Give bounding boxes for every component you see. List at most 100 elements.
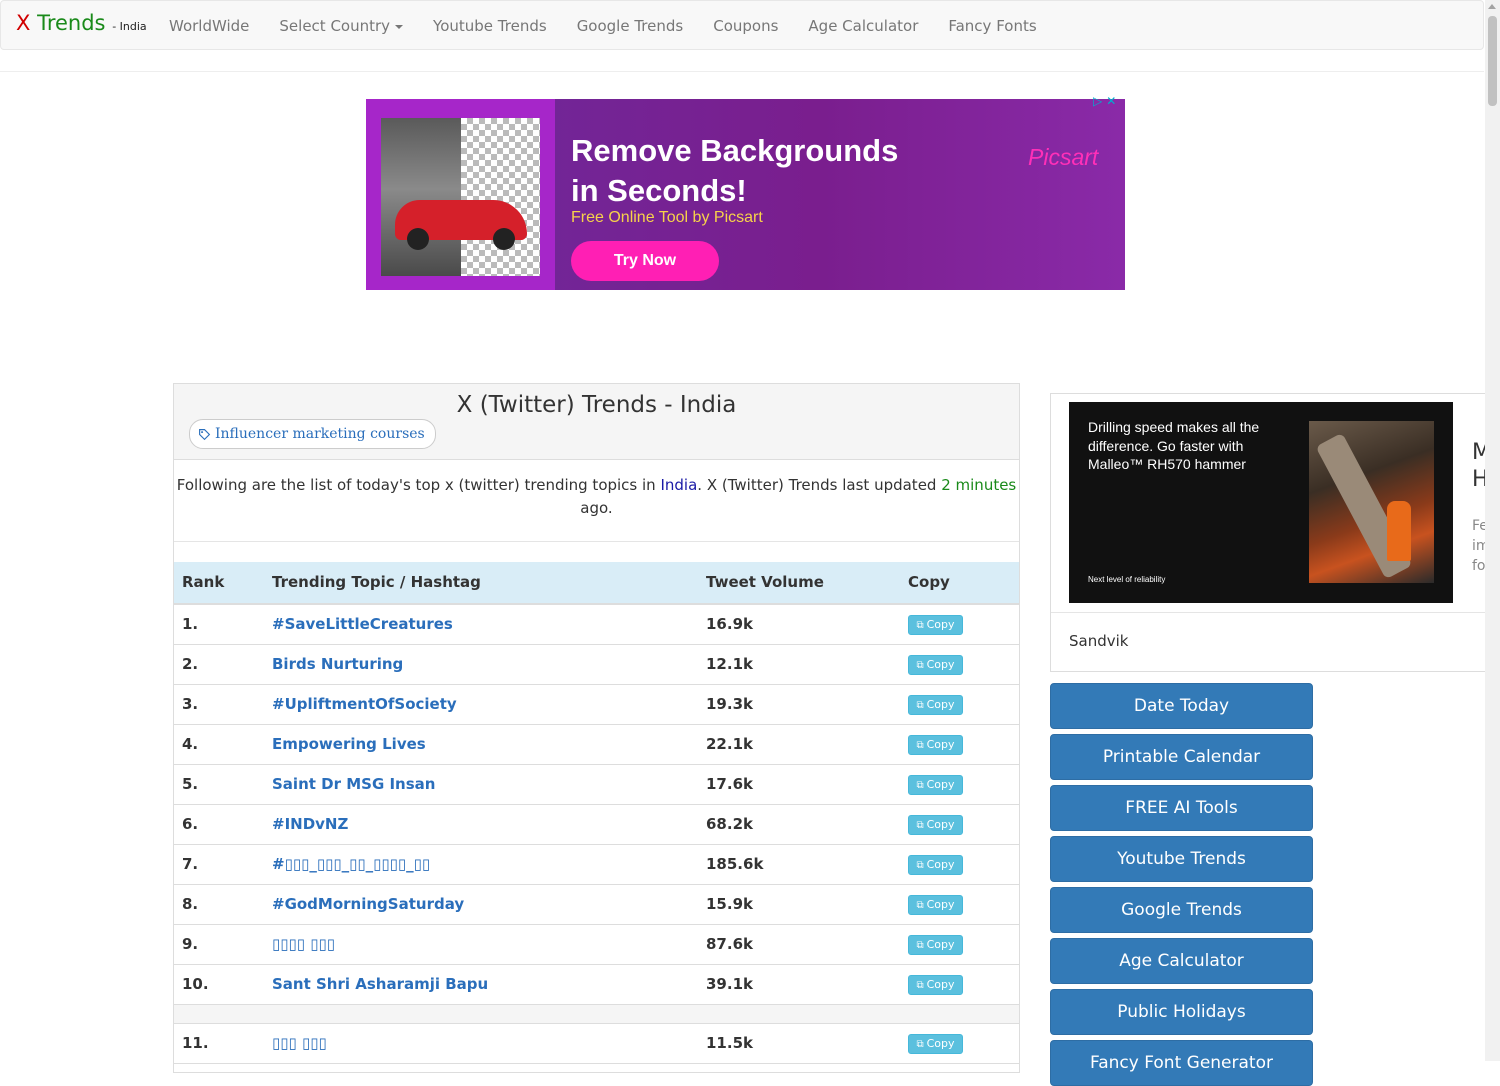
brand-trends: Trends: [37, 11, 106, 35]
row-volume: 17.6k: [706, 775, 753, 793]
row-rank: 7.: [182, 855, 199, 873]
sidebar-button-age-calculator[interactable]: Age Calculator: [1050, 938, 1313, 984]
row-volume: 12.1k: [706, 655, 753, 673]
intro-text: Following are the list of today's top x …: [174, 474, 1019, 520]
row-volume: 16.9k: [706, 615, 753, 633]
row-topic-link[interactable]: Sant Shri Asharamji Bapu: [272, 965, 488, 1004]
copy-button[interactable]: ⧉ Copy: [908, 655, 963, 675]
row-topic-link[interactable]: Empowering Lives: [272, 725, 426, 764]
table-row: 5. Saint Dr MSG Insan 17.6k ⧉ Copy: [174, 765, 1019, 805]
worker-shape: [1387, 501, 1411, 561]
row-topic-link[interactable]: #▯▯▯_▯▯▯_▯▯_▯▯▯▯_▯▯: [272, 845, 430, 884]
sidebar-button-free-ai-tools[interactable]: FREE AI Tools: [1050, 785, 1313, 831]
copy-icon: ⧉: [916, 980, 924, 991]
row-topic-link[interactable]: Saint Dr MSG Insan: [272, 765, 435, 804]
trends-table: Rank Trending Topic / Hashtag Tweet Volu…: [174, 562, 1019, 1064]
header-volume: Tweet Volume: [706, 573, 824, 591]
nav-fancy-fonts[interactable]: Fancy Fonts: [933, 1, 1051, 51]
ad-subtitle: Free Online Tool by Picsart: [571, 209, 763, 226]
table-row: 4. Empowering Lives 22.1k ⧉ Copy: [174, 725, 1019, 765]
table-header: Rank Trending Topic / Hashtag Tweet Volu…: [174, 562, 1019, 605]
copy-icon: ⧉: [916, 700, 924, 711]
ad-choices[interactable]: ▷ ✕: [1093, 95, 1116, 107]
row-topic-link[interactable]: #GodMorningSaturday: [272, 885, 464, 924]
table-body: 1. #SaveLittleCreatures 16.9k ⧉ Copy 2. Birds …: [174, 605, 1019, 1064]
sidebar-button-google-trends[interactable]: Google Trends: [1050, 887, 1313, 933]
header-divider: [0, 71, 1484, 72]
nav-age-calculator[interactable]: Age Calculator: [793, 1, 933, 51]
table-row: 11. ▯▯▯ ▯▯▯ 11.5k ⧉ Copy: [174, 1024, 1019, 1064]
tag-icon: [199, 428, 211, 440]
copy-button-label: Copy: [926, 898, 955, 911]
nav-coupons[interactable]: Coupons: [698, 1, 793, 51]
ad-banner[interactable]: Remove Backgrounds in Seconds! Free Onli…: [366, 99, 1125, 290]
table-row: 3. #UpliftmentOfSociety 19.3k ⧉ Copy: [174, 685, 1019, 725]
copy-button[interactable]: ⧉ Copy: [908, 735, 963, 755]
copy-icon: ⧉: [916, 660, 924, 671]
sidebar-button-date-today[interactable]: Date Today: [1050, 683, 1313, 729]
intro-suffix: ago.: [580, 499, 613, 517]
sidebar-button-fancy-font-generator[interactable]: Fancy Font Generator: [1050, 1040, 1313, 1086]
sidebar-button-public-holidays[interactable]: Public Holidays: [1050, 989, 1313, 1035]
copy-button[interactable]: ⧉ Copy: [908, 895, 963, 915]
copy-button[interactable]: ⧉ Copy: [908, 615, 963, 635]
row-rank: 8.: [182, 895, 199, 913]
panel-heading: X (Twitter) Trends - India Influencer ma…: [174, 384, 1019, 460]
copy-button[interactable]: ⧉ Copy: [908, 775, 963, 795]
adchoices-icon[interactable]: ▷: [1093, 95, 1102, 107]
copy-button[interactable]: ⧉ Copy: [908, 695, 963, 715]
copy-icon: ⧉: [916, 620, 924, 631]
row-rank: 3.: [182, 695, 199, 713]
scroll-up-icon[interactable]: [1488, 4, 1496, 9]
copy-button[interactable]: ⧉ Copy: [908, 1034, 963, 1054]
table-row: 1. #SaveLittleCreatures 16.9k ⧉ Copy: [174, 605, 1019, 645]
copy-button[interactable]: ⧉ Copy: [908, 855, 963, 875]
row-volume: 19.3k: [706, 695, 753, 713]
page-scrollbar[interactable]: [1485, 0, 1500, 1061]
table-row: 6. #INDvNZ 68.2k ⧉ Copy: [174, 805, 1019, 845]
table-row: 7. #▯▯▯_▯▯▯_▯▯_▯▯▯▯_▯▯ 185.6k ⧉ Copy: [174, 845, 1019, 885]
copy-icon: ⧉: [916, 820, 924, 831]
trends-panel: X (Twitter) Trends - India Influencer ma…: [173, 383, 1020, 1073]
tag-chip[interactable]: Influencer marketing courses: [189, 419, 436, 449]
sidebar-ad-image: Drilling speed makes all the difference.…: [1069, 402, 1453, 603]
ad-logo: Picsart: [1028, 144, 1099, 170]
nav-links: WorldWide Select Country Youtube Trends …: [154, 1, 1052, 51]
nav-select-country[interactable]: Select Country: [264, 1, 418, 51]
copy-button-label: Copy: [926, 818, 955, 831]
row-volume: 185.6k: [706, 855, 764, 873]
sidebar-ad-brand: Sandvik: [1069, 632, 1129, 650]
intro-minutes: 2 minutes: [941, 476, 1017, 494]
nav-google-trends[interactable]: Google Trends: [562, 1, 699, 51]
table-row: 9. ▯▯▯▯ ▯▯▯ 87.6k ⧉ Copy: [174, 925, 1019, 965]
nav-youtube-trends[interactable]: Youtube Trends: [418, 1, 562, 51]
car-wheel: [407, 228, 429, 250]
close-icon[interactable]: ✕: [1106, 95, 1116, 107]
copy-button[interactable]: ⧉ Copy: [908, 815, 963, 835]
row-rank: 2.: [182, 655, 199, 673]
sidebar-button-youtube-trends[interactable]: Youtube Trends: [1050, 836, 1313, 882]
sidebar-button-printable-calendar[interactable]: Printable Calendar: [1050, 734, 1313, 780]
row-topic-link[interactable]: #INDvNZ: [272, 805, 348, 844]
copy-button-label: Copy: [926, 618, 955, 631]
row-topic-link[interactable]: #SaveLittleCreatures: [272, 605, 453, 644]
row-topic-link[interactable]: ▯▯▯▯ ▯▯▯: [272, 925, 335, 964]
page-title: X (Twitter) Trends - India: [456, 392, 737, 418]
sidebar-ad-text: Drilling speed makes all the difference.…: [1088, 419, 1260, 472]
scrollbar-thumb[interactable]: [1488, 16, 1497, 106]
car-wheel: [493, 228, 515, 250]
copy-button[interactable]: ⧉ Copy: [908, 935, 963, 955]
nav-worldwide[interactable]: WorldWide: [154, 1, 264, 51]
row-rank: 1.: [182, 615, 199, 633]
row-topic-link[interactable]: #UpliftmentOfSociety: [272, 685, 457, 724]
ad-left-panel: [366, 99, 555, 290]
copy-button-label: Copy: [926, 778, 955, 791]
row-topic-link[interactable]: ▯▯▯ ▯▯▯: [272, 1024, 327, 1063]
brand-logo[interactable]: X Trends - India: [16, 11, 147, 35]
ad-try-now-button[interactable]: Try Now: [571, 241, 719, 281]
row-rank: 5.: [182, 775, 199, 793]
row-topic-link[interactable]: Birds Nurturing: [272, 645, 403, 684]
brand-x: X: [16, 11, 31, 35]
sidebar-ad[interactable]: Drilling speed makes all the difference.…: [1050, 393, 1490, 672]
copy-button[interactable]: ⧉ Copy: [908, 975, 963, 995]
